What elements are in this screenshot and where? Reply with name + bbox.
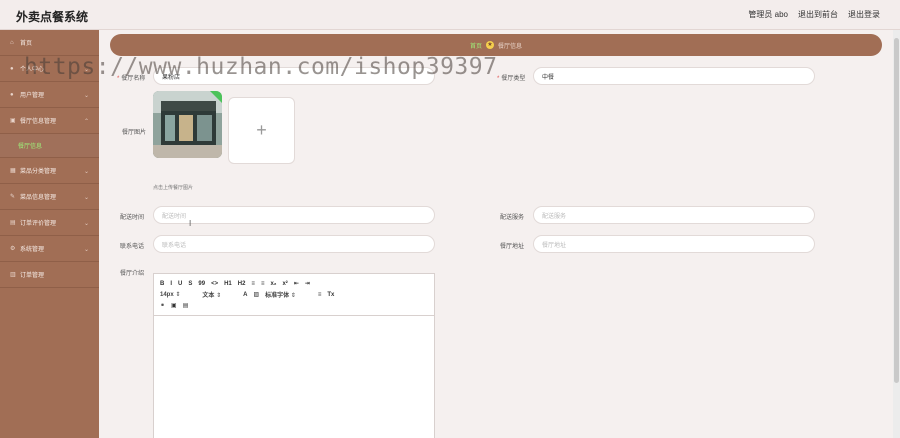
sidebar-item-category[interactable]: ▦ 菜品分类管理 ⌄ bbox=[0, 158, 99, 184]
chevron-down-icon: ⌄ bbox=[83, 221, 89, 227]
code-button[interactable]: <> bbox=[211, 281, 218, 287]
app-title: 外卖点餐系统 bbox=[16, 10, 89, 24]
phone-input[interactable]: 联系电话 bbox=[153, 235, 435, 253]
superscript-button[interactable]: x² bbox=[282, 281, 287, 287]
address-input[interactable]: 餐厅地址 bbox=[533, 235, 815, 253]
image-label: 餐厅图片 bbox=[122, 130, 147, 136]
align-icon[interactable]: ≡ bbox=[318, 292, 322, 298]
phone-label: 联系电话 bbox=[120, 244, 145, 250]
clear-format-button[interactable]: Tx bbox=[327, 292, 334, 298]
chevron-up-icon: ⌃ bbox=[83, 119, 89, 125]
font-size-value: 14px bbox=[160, 292, 174, 298]
delivery-time-input[interactable]: 配送时间 bbox=[153, 206, 435, 224]
breadcrumb-current: 餐厅信息 bbox=[498, 43, 523, 50]
upload-button[interactable]: + bbox=[228, 97, 295, 164]
sidebar-item-label: 餐厅信息管理 bbox=[20, 119, 57, 125]
star-icon: ★ bbox=[486, 41, 494, 49]
toolbar-row-insert: ⚭ ▣ ▤ bbox=[160, 300, 428, 311]
watermark: https://www.huzhan.com/ishop39397 bbox=[24, 54, 498, 80]
sidebar-item-label: 菜品分类管理 bbox=[20, 169, 57, 175]
store-icon: ▣ bbox=[10, 117, 16, 124]
scroll-thumb[interactable] bbox=[894, 38, 899, 383]
strike-button[interactable]: S bbox=[188, 281, 192, 287]
sidebar-item-home[interactable]: ⌂ 首页 bbox=[0, 30, 99, 56]
outdent-button[interactable]: ⇤ bbox=[294, 280, 299, 287]
text-style-select[interactable]: 文本 ⇕ bbox=[202, 290, 221, 299]
logout-link[interactable]: 退出登录 bbox=[848, 9, 880, 20]
text-style-value: 文本 bbox=[202, 293, 215, 299]
breadcrumb: 首页 ★ 餐厅信息 bbox=[110, 34, 882, 56]
address-label: 餐厅地址 bbox=[500, 244, 525, 250]
toolbar-row-format: B I U S 99 <> H1 H2 ≡ ≡ x₂ x² ⇤ ⇥ bbox=[160, 278, 428, 289]
intro-label: 餐厅介绍 bbox=[120, 271, 145, 277]
h2-button[interactable]: H2 bbox=[238, 281, 246, 287]
top-bar: 外卖点餐系统 管理员 abo 退出到前台 退出登录 bbox=[0, 0, 900, 30]
sidebar-item-dishes[interactable]: ✎ 菜品信息管理 ⌄ bbox=[0, 184, 99, 210]
link-icon[interactable]: ⚭ bbox=[160, 302, 165, 309]
chevron-down-icon: ⌄ bbox=[83, 169, 89, 175]
upload-hint: 点击上传餐厅图片 bbox=[153, 185, 194, 191]
type-label-text: 餐厅类型 bbox=[501, 76, 526, 82]
chevron-down-icon: ⌄ bbox=[83, 93, 89, 99]
highlight-icon[interactable]: ▨ bbox=[253, 291, 259, 298]
delivery-service-input[interactable]: 配送服务 bbox=[533, 206, 815, 224]
header-actions: 管理员 abo 退出到前台 退出登录 bbox=[748, 9, 880, 20]
breadcrumb-home[interactable]: 首页 bbox=[470, 41, 482, 50]
back-to-front-link[interactable]: 退出到前台 bbox=[798, 9, 838, 20]
users-icon: ● bbox=[10, 91, 14, 98]
editor-toolbar: B I U S 99 <> H1 H2 ≡ ≡ x₂ x² ⇤ ⇥ 14px ⇕… bbox=[154, 274, 434, 316]
settings-icon: ⚙ bbox=[10, 245, 16, 252]
indent-button[interactable]: ⇥ bbox=[305, 280, 310, 287]
sidebar-item-label: 菜品信息管理 bbox=[20, 195, 57, 201]
category-icon: ▦ bbox=[10, 167, 16, 174]
bold-button[interactable]: B bbox=[160, 281, 164, 287]
sidebar-item-store-info[interactable]: ▣ 餐厅信息管理 ⌃ bbox=[0, 108, 99, 134]
sidebar-item-system[interactable]: ⚙ 系统管理 ⌄ bbox=[0, 236, 99, 262]
sidebar-item-reviews[interactable]: ▤ 订单评价管理 ⌄ bbox=[0, 210, 99, 236]
h1-button[interactable]: H1 bbox=[224, 281, 232, 287]
user-icon: ● bbox=[10, 65, 14, 72]
sidebar-item-users[interactable]: ● 用户管理 ⌄ bbox=[0, 82, 99, 108]
order-icon: ▥ bbox=[10, 271, 16, 278]
type-label: * 餐厅类型 bbox=[497, 73, 525, 82]
font-family-value: 标准字体 bbox=[265, 293, 290, 299]
bullet-list-button[interactable]: ≡ bbox=[261, 281, 265, 287]
toolbar-row-style: 14px ⇕ 文本 ⇕ A ▨ 标准字体 ⇕ ≡ Tx bbox=[160, 289, 428, 300]
delivery-service-label: 配送服务 bbox=[500, 215, 525, 221]
dish-icon: ✎ bbox=[10, 193, 16, 200]
sidebar-item-label: 首页 bbox=[20, 41, 33, 47]
underline-button[interactable]: U bbox=[178, 281, 182, 287]
quote-button[interactable]: 99 bbox=[198, 281, 205, 287]
chevron-down-icon: ⌄ bbox=[83, 195, 89, 201]
scrollbar[interactable] bbox=[893, 30, 900, 438]
type-input[interactable]: 中餐 bbox=[533, 67, 815, 85]
subscript-button[interactable]: x₂ bbox=[270, 281, 276, 287]
check-badge-icon bbox=[210, 91, 222, 103]
sidebar-item-orders[interactable]: ▥ 订单管理 bbox=[0, 262, 99, 288]
user-label: 管理员 abo bbox=[748, 10, 788, 19]
sidebar-item-label: 订单评价管理 bbox=[20, 221, 57, 227]
sidebar-item-label: 系统管理 bbox=[20, 247, 45, 253]
sidebar-subitem-store-info[interactable]: 餐厅信息 bbox=[0, 134, 99, 158]
ordered-list-button[interactable]: ≡ bbox=[251, 281, 255, 287]
italic-button[interactable]: I bbox=[170, 281, 172, 287]
delivery-time-label: 配送时间 bbox=[120, 215, 145, 221]
font-color-icon[interactable]: A bbox=[243, 292, 247, 298]
image-icon[interactable]: ▣ bbox=[171, 302, 177, 309]
store-image-thumbnail[interactable] bbox=[153, 91, 222, 158]
home-icon: ⌂ bbox=[10, 39, 14, 46]
video-icon[interactable]: ▤ bbox=[183, 302, 189, 309]
sidebar-item-label: 用户管理 bbox=[20, 93, 45, 99]
font-family-select[interactable]: 标准字体 ⇕ bbox=[265, 290, 296, 299]
sidebar: ⌂ 首页 ● 个人中心 ⌄ ● 用户管理 ⌄ ▣ 餐厅信息管理 ⌃ 餐厅信息 ▦ 菜品分类管理 ⌄… bbox=[0, 30, 99, 438]
font-size-select[interactable]: 14px ⇕ bbox=[160, 291, 180, 298]
chevron-down-icon: ⌄ bbox=[83, 247, 89, 253]
sidebar-item-label: 订单管理 bbox=[20, 273, 45, 279]
text-cursor-icon: I bbox=[189, 219, 192, 228]
rich-text-editor[interactable]: B I U S 99 <> H1 H2 ≡ ≡ x₂ x² ⇤ ⇥ 14px ⇕… bbox=[153, 273, 435, 438]
comment-icon: ▤ bbox=[10, 219, 16, 226]
